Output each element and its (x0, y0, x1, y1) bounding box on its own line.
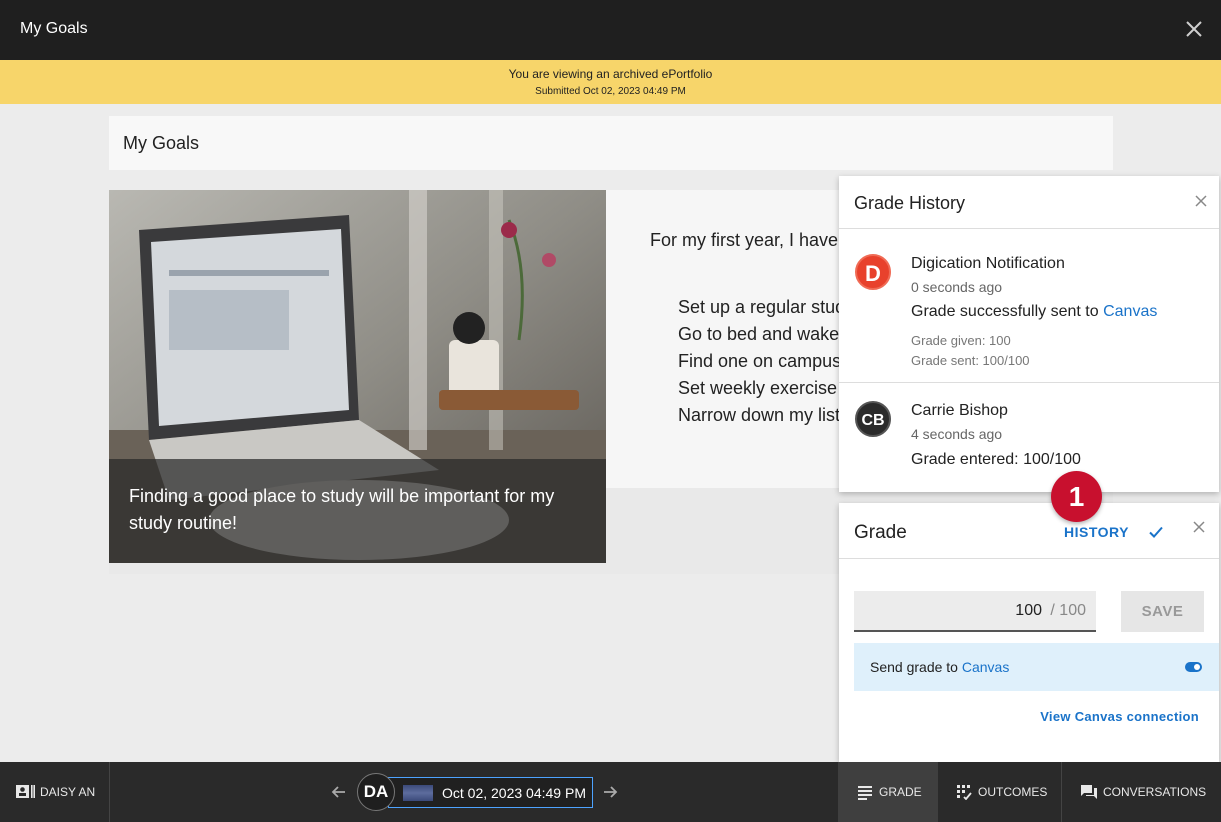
laptop-desk-photo: Finding a good place to study will be im… (109, 190, 606, 563)
history-button[interactable]: HISTORY (1064, 524, 1129, 540)
tab-conversations[interactable]: CONVERSATIONS (1062, 762, 1221, 822)
goal-item: Set up a regular study routine (678, 294, 848, 321)
step-callout: 1 (1051, 471, 1102, 522)
score-max: / 100 (1050, 602, 1086, 619)
entry-message-text: Grade successfully sent to (911, 303, 1104, 320)
student-name: DAISY AN (40, 785, 96, 799)
chat-icon (1080, 784, 1097, 800)
goal-item: Find one on campus club to join (678, 348, 848, 375)
grade-panel-title: Grade (854, 522, 907, 543)
digication-avatar: D (855, 254, 891, 290)
student-selector[interactable]: DAISY AN (0, 762, 110, 822)
bottom-bar: DAISY AN Oct 02, 2023 04:49 PM DA GRADE … (0, 762, 1221, 822)
archived-banner: You are viewing an archived ePortfolio S… (0, 60, 1221, 104)
avatar: DA (357, 773, 395, 811)
check-icon[interactable] (1147, 523, 1165, 541)
send-grade-row: Send grade to Canvas (854, 643, 1219, 691)
entry-author: Carrie Bishop (911, 402, 1008, 419)
submission-date: Oct 02, 2023 04:49 PM (442, 785, 586, 801)
entry-time: 4 seconds ago (911, 426, 1003, 442)
grade-sent: Grade sent: 100/100 (911, 353, 1030, 368)
page-title-card: My Goals (109, 116, 1113, 170)
close-icon[interactable] (1192, 520, 1206, 534)
tab-conversations-label: CONVERSATIONS (1103, 785, 1207, 799)
goals-list: Set up a regular study routine Go to bed… (678, 294, 848, 429)
grade-panel: Grade HISTORY 100 / 100 SAVE Send grade … (839, 503, 1219, 762)
send-grade-label: Send grade to Canvas (870, 659, 1009, 675)
send-grade-toggle[interactable] (1185, 662, 1202, 672)
view-canvas-connection-link[interactable]: View Canvas connection (1040, 709, 1199, 724)
score-value[interactable]: 100 (1015, 602, 1042, 620)
canvas-link[interactable]: Canvas (1103, 303, 1157, 320)
history-entry: D Digication Notification 0 seconds ago … (839, 230, 1219, 383)
goals-intro: For my first year, I have several goals … (650, 230, 860, 250)
grade-history-header: Grade History (839, 176, 1219, 229)
close-icon[interactable] (1183, 18, 1205, 40)
arrow-left-icon[interactable] (331, 784, 347, 800)
grade-history-panel: Grade History D Digication Notification … (839, 176, 1219, 492)
goal-item: Set weekly exercise goals (678, 375, 848, 402)
banner-submitted: Submitted Oct 02, 2023 04:49 PM (535, 86, 686, 97)
goal-item: Go to bed and wake up at the same time (678, 321, 848, 348)
id-card-icon (16, 785, 35, 798)
save-button[interactable]: SAVE (1121, 591, 1204, 632)
entry-time: 0 seconds ago (911, 279, 1003, 295)
grade-history-title: Grade History (854, 193, 966, 213)
submission-thumbnail (403, 785, 433, 801)
submission-date-selector[interactable]: Oct 02, 2023 04:49 PM (388, 777, 593, 808)
tab-grade[interactable]: GRADE (838, 762, 938, 822)
send-grade-text: Send grade to (870, 659, 962, 675)
entry-message: Grade successfully sent to Canvas (911, 303, 1157, 321)
carrie-bishop-avatar: CB (855, 401, 891, 437)
tab-grade-label: GRADE (879, 785, 922, 799)
window-title: My Goals (20, 20, 88, 37)
close-icon[interactable] (1194, 194, 1208, 208)
grid-icon (956, 784, 972, 801)
tab-outcomes-label: OUTCOMES (978, 785, 1048, 799)
arrow-right-icon[interactable] (602, 784, 618, 800)
goal-item: Narrow down my list of majors (678, 402, 848, 429)
top-bar: My Goals (0, 0, 1221, 60)
history-entry: CB Carrie Bishop 4 seconds ago Grade ent… (839, 384, 1219, 492)
grade-panel-header: Grade HISTORY (839, 503, 1219, 559)
banner-message: You are viewing an archived ePortfolio (508, 67, 713, 81)
entry-author: Digication Notification (911, 255, 1065, 272)
canvas-link[interactable]: Canvas (962, 659, 1009, 675)
list-icon (857, 784, 873, 800)
score-input[interactable]: 100 / 100 (854, 591, 1096, 632)
tab-outcomes[interactable]: OUTCOMES (938, 762, 1062, 822)
photo-caption: Finding a good place to study will be im… (109, 459, 606, 563)
entry-message: Grade entered: 100/100 (911, 451, 1081, 468)
page-title: My Goals (123, 133, 200, 153)
grade-given: Grade given: 100 (911, 333, 1011, 348)
